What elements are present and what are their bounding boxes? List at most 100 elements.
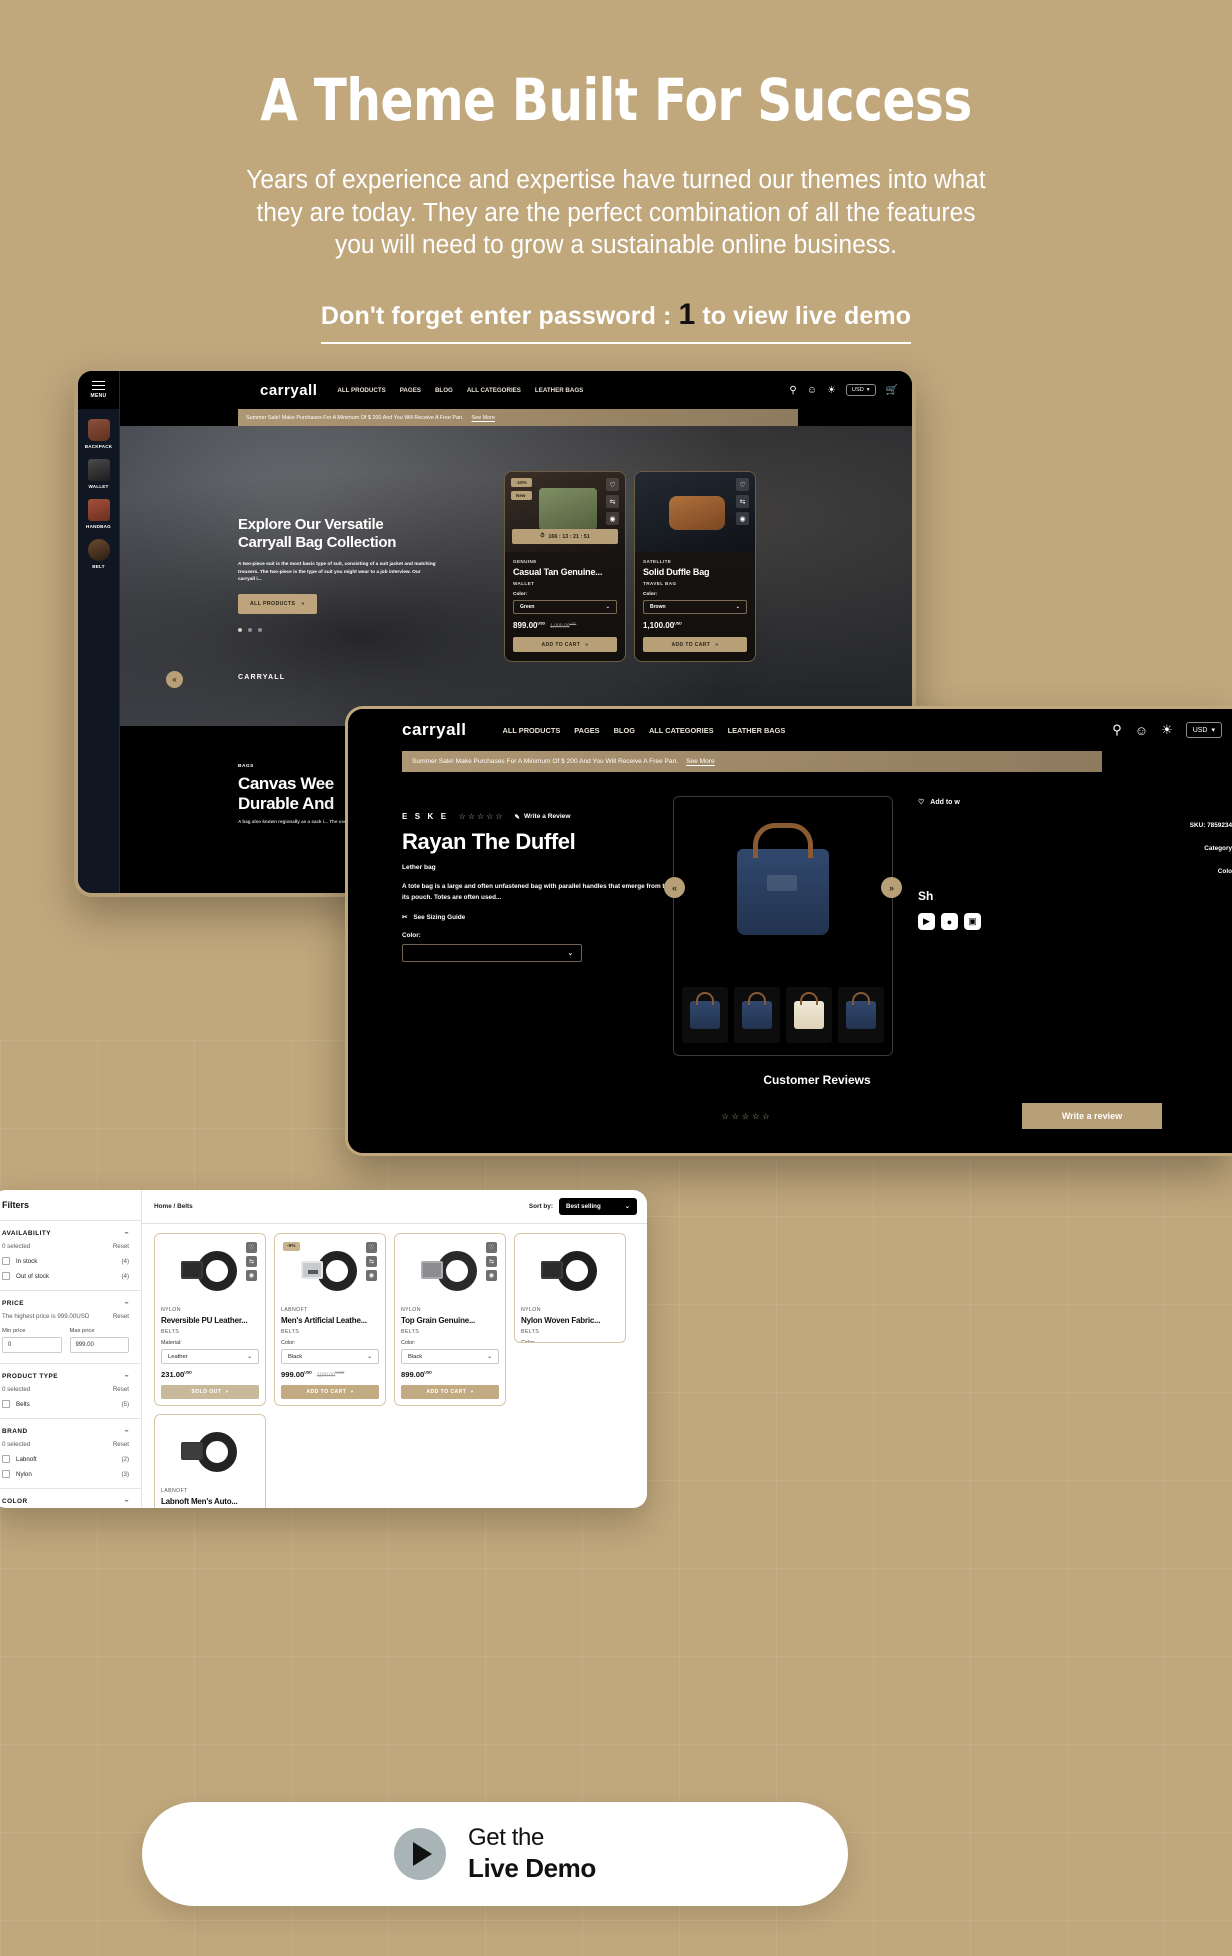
add-to-cart-button[interactable]: ADD TO CART » (643, 637, 747, 652)
account-icon[interactable]: ☺ (807, 385, 817, 396)
wishlist-icon[interactable]: ♡ (736, 478, 749, 491)
sidebar-item-handbag[interactable]: HANDBAG (78, 495, 119, 533)
nav-item-all-products[interactable]: ALL PRODUCTS (503, 726, 561, 735)
product-title[interactable]: Labnoft Men's Auto... (161, 1497, 259, 1506)
compare-icon[interactable]: ⇆ (366, 1256, 377, 1267)
quickview-eye-icon[interactable]: ◉ (736, 512, 749, 525)
color-select[interactable]: Green ⌄ (513, 600, 617, 614)
product-title[interactable]: Men's Artificial Leathe... (281, 1316, 379, 1325)
product-title[interactable]: Casual Tan Genuine... (513, 567, 617, 577)
dot-3[interactable] (258, 628, 262, 633)
nav-item-pages[interactable]: PAGES (400, 387, 421, 394)
collapse-icon[interactable]: − (125, 1373, 129, 1380)
carousel-dots[interactable] (238, 628, 438, 633)
checkbox[interactable] (2, 1455, 10, 1463)
compare-icon[interactable]: ⇆ (246, 1256, 257, 1267)
min-price-input[interactable]: 0 (2, 1337, 62, 1353)
checkbox[interactable] (2, 1272, 10, 1280)
sidebar-item-belt[interactable]: BELT (78, 535, 119, 573)
nav-item-all-categories[interactable]: ALL CATEGORIES (467, 387, 521, 394)
globe-icon[interactable]: ☀ (827, 385, 836, 396)
compare-icon[interactable]: ⇆ (486, 1256, 497, 1267)
quickview-eye-icon[interactable]: ◉ (606, 512, 619, 525)
youtube-icon[interactable]: ▶ (918, 913, 935, 930)
product-title[interactable]: Nylon Woven Fabric... (521, 1316, 619, 1325)
checkbox[interactable] (2, 1257, 10, 1265)
checkbox[interactable] (2, 1470, 10, 1478)
product-card[interactable]: ♡ ⇆ ◉ SATELLITE Solid Duffle Bag TRAVEL … (634, 471, 756, 662)
nav-item-blog[interactable]: BLOG (614, 726, 635, 735)
sold-out-button[interactable]: SOLD OUT » (161, 1385, 259, 1399)
write-review-link[interactable]: ✎ Write a Review (515, 813, 571, 821)
nav-item-all-products[interactable]: ALL PRODUCTS (337, 387, 385, 394)
currency-selector[interactable]: USD ▾ (845, 384, 876, 396)
cart-icon[interactable]: 🛒 (886, 385, 898, 396)
quickview-eye-icon[interactable]: ◉ (486, 1270, 497, 1281)
dot-2[interactable] (248, 628, 252, 633)
product-card[interactable]: LABNOFT Labnoft Men's Auto... BELTS Colo… (154, 1414, 266, 1508)
product-title[interactable]: Solid Duffle Bag (643, 567, 747, 577)
product-card[interactable]: ♡ ⇆ ◉ NYLON Top Grain Genuine... BELTS C… (394, 1233, 506, 1406)
gallery-next-button[interactable]: » (881, 877, 902, 898)
product-card[interactable]: -10% New ♡ ⇆ ◉ ⏱ 166 : 13 : 21 : 51 GENU… (504, 471, 626, 662)
currency-selector[interactable]: USD ▾ (1185, 722, 1222, 738)
color-select[interactable]: ⌄ (402, 944, 582, 963)
collapse-icon[interactable]: − (125, 1428, 129, 1435)
checkbox[interactable] (2, 1400, 10, 1408)
nav-item-blog[interactable]: BLOG (435, 387, 453, 394)
filter-option[interactable]: Out of stock (4) (2, 1272, 129, 1280)
messenger-icon[interactable]: ● (941, 913, 958, 930)
filter-group-header[interactable]: PRICE − (2, 1300, 129, 1307)
filter-group-header[interactable]: AVAILABILITY − (2, 1230, 129, 1237)
account-icon[interactable]: ☺ (1135, 723, 1148, 738)
nav-item-leather-bags[interactable]: LEATHER BAGS (535, 387, 583, 394)
filter-group-header[interactable]: PRODUCT TYPE − (2, 1373, 129, 1380)
option-select[interactable]: Leather ⌄ (161, 1349, 259, 1364)
add-to-cart-button[interactable]: ADD TO CART » (401, 1385, 499, 1399)
quickview-eye-icon[interactable]: ◉ (366, 1270, 377, 1281)
search-icon[interactable]: ⚲ (789, 385, 796, 396)
nav-item-pages[interactable]: PAGES (574, 726, 599, 735)
product-title[interactable]: Reversible PU Leather... (161, 1316, 259, 1325)
collapse-icon[interactable]: − (125, 1230, 129, 1237)
dot-1[interactable] (238, 628, 242, 633)
filter-option[interactable]: Labnoft (2) (2, 1455, 129, 1463)
gallery-thumb[interactable] (734, 987, 780, 1043)
filter-option[interactable]: Nylon (3) (2, 1470, 129, 1478)
color-select[interactable]: Brown ⌄ (643, 600, 747, 614)
filter-option[interactable]: In stock (4) (2, 1257, 129, 1265)
quickview-eye-icon[interactable]: ◉ (246, 1270, 257, 1281)
reset-link[interactable]: Reset (113, 1313, 129, 1320)
collapse-icon[interactable]: − (125, 1498, 129, 1505)
menu-button[interactable]: MENU (78, 371, 120, 409)
collapse-icon[interactable]: − (125, 1300, 129, 1307)
sizing-guide-link[interactable]: ✂ See Sizing Guide (402, 913, 702, 922)
compare-icon[interactable]: ⇆ (736, 495, 749, 508)
brand-logo[interactable]: carryall (260, 382, 317, 399)
brand-logo[interactable]: carryall (402, 720, 467, 740)
add-to-cart-button[interactable]: ADD TO CART » (513, 637, 617, 652)
sidebar-item-backpack[interactable]: BACKPACK (78, 415, 119, 453)
reset-link[interactable]: Reset (113, 1386, 129, 1393)
compare-icon[interactable]: ⇆ (606, 495, 619, 508)
sidebar-item-wallet[interactable]: WALLET (78, 455, 119, 493)
breadcrumb-home[interactable]: Home (154, 1203, 172, 1210)
wishlist-icon[interactable]: ♡ (246, 1242, 257, 1253)
search-icon[interactable]: ⚲ (1112, 722, 1122, 738)
product-card[interactable]: ♡ ⇆ ◉ NYLON Reversible PU Leather... BEL… (154, 1233, 266, 1406)
gallery-thumb[interactable] (838, 987, 884, 1043)
gallery-thumb[interactable] (786, 987, 832, 1043)
instagram-icon[interactable]: ▣ (964, 913, 981, 930)
max-price-input[interactable]: 999.00 (69, 1337, 129, 1353)
add-to-cart-button[interactable]: ADD TO CART » (281, 1385, 379, 1399)
add-to-wishlist-button[interactable]: ♡ Add to w (918, 798, 1232, 807)
write-a-review-button[interactable]: Write a review (1022, 1103, 1162, 1129)
gallery-prev-button[interactable]: « (664, 877, 685, 898)
promo-link[interactable]: See More (472, 415, 495, 421)
get-live-demo-button[interactable]: Get the Live Demo (142, 1802, 848, 1906)
filter-option[interactable]: Belts (5) (2, 1400, 129, 1408)
globe-icon[interactable]: ☀ (1161, 722, 1173, 738)
reset-link[interactable]: Reset (113, 1441, 129, 1448)
play-icon[interactable] (394, 1828, 446, 1880)
reset-link[interactable]: Reset (113, 1243, 129, 1250)
